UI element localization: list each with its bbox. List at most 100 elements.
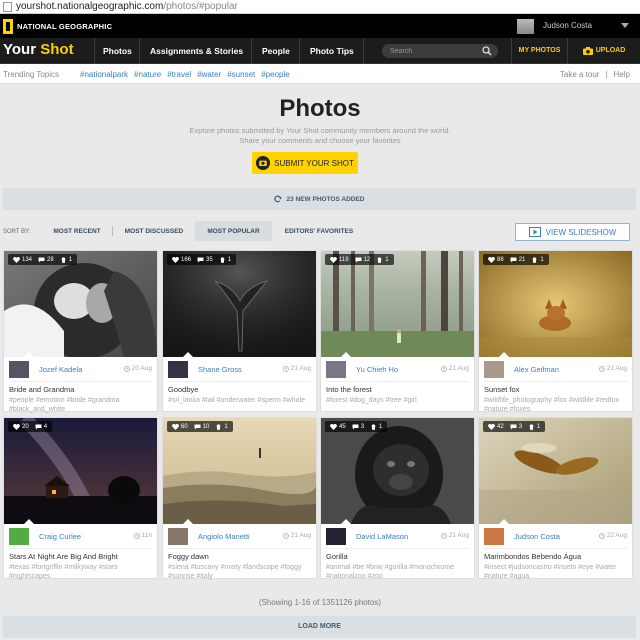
- trending-tag[interactable]: #travel: [167, 70, 191, 79]
- date-text: 22 Aug: [606, 532, 627, 539]
- photo-image[interactable]: [4, 251, 157, 357]
- date-text: 11h: [141, 532, 152, 539]
- photo-card[interactable]: 119 12 1 Yu Chieh Ho 21 Aug Into the forest #f…: [320, 250, 475, 412]
- avatar[interactable]: [326, 528, 346, 545]
- nav-item-photos[interactable]: Photos: [103, 46, 132, 56]
- nav-item-assignments[interactable]: Assignments & Stories: [150, 46, 243, 56]
- sort-most-popular[interactable]: MOST POPULAR: [195, 221, 272, 241]
- photo-image[interactable]: [4, 418, 157, 524]
- your-shot-brand[interactable]: Your Shot: [3, 41, 74, 58]
- photographer-name[interactable]: Alex Geifman: [514, 365, 559, 374]
- photo-image[interactable]: [321, 418, 474, 524]
- comment-count: 12: [363, 256, 371, 263]
- photo-title[interactable]: Bride and Grandma: [9, 385, 74, 394]
- upload-label: UPLOAD: [595, 47, 626, 54]
- photo-title[interactable]: Foggy dawn: [168, 552, 209, 561]
- user-avatar[interactable]: [517, 19, 534, 34]
- favorites-stat: 1: [215, 424, 228, 430]
- take-tour-link[interactable]: Take a tour: [560, 70, 600, 79]
- photo-card[interactable]: 88 21 1 Alex Geifman 21 Aug Sunset fox #wildli…: [478, 250, 633, 414]
- favorite-count: 1: [537, 423, 541, 430]
- nav-item-people[interactable]: People: [262, 46, 290, 56]
- avatar[interactable]: [9, 528, 29, 545]
- sort-most-recent[interactable]: MOST RECENT: [47, 221, 107, 241]
- username[interactable]: Judson Costa: [543, 21, 592, 30]
- photo-card[interactable]: 166 35 1 Shane Gross 21 Aug Goodbye #sri_lanka…: [162, 250, 317, 412]
- photo-title[interactable]: Marimbondos Bebendo Água: [484, 552, 581, 561]
- photo-stats: 119 12 1: [325, 254, 394, 265]
- photo-card[interactable]: 60 10 1 Angiolo Manetti 21 Aug Foggy dawn #sie…: [162, 417, 317, 581]
- sort-most-discussed[interactable]: MOST DISCUSSED: [117, 221, 191, 241]
- sort-editors-favorites[interactable]: EDITORS' FAVORITES: [276, 221, 362, 241]
- photo-title[interactable]: Sunset fox: [484, 385, 519, 394]
- photo-title[interactable]: Goodbye: [168, 385, 198, 394]
- trending-tag[interactable]: #sunset: [227, 70, 255, 79]
- my-photos-link[interactable]: MY PHOTOS: [511, 38, 567, 64]
- photo-image[interactable]: [163, 251, 316, 357]
- photographer-name[interactable]: David LaMason: [356, 532, 408, 541]
- photo-image[interactable]: [479, 418, 632, 524]
- search-input[interactable]: [390, 46, 480, 56]
- photo-title[interactable]: Gorilla: [326, 552, 348, 561]
- photo-card[interactable]: 45 3 1 David LaMason 21 Aug Gorilla #animal #b…: [320, 417, 475, 581]
- photo-date: 21 Aug: [282, 532, 311, 539]
- trending-tags: #nationalpark #nature #travel #water #su…: [80, 70, 290, 79]
- photographer-name[interactable]: Shane Gross: [198, 365, 242, 374]
- avatar[interactable]: [168, 361, 188, 378]
- photographer-name[interactable]: Jozef Kadela: [39, 365, 82, 374]
- help-link[interactable]: Help: [614, 70, 630, 79]
- photo-tags[interactable]: #texas #fortgriffin #milkyway #stars #ni…: [9, 563, 156, 581]
- photo-title[interactable]: Into the forest: [326, 385, 372, 394]
- photo-image[interactable]: [163, 418, 316, 524]
- trending-tag[interactable]: #nature: [134, 70, 161, 79]
- favorite-icon: [371, 423, 376, 430]
- nav-item-photo-tips[interactable]: Photo Tips: [310, 46, 354, 56]
- photo-image[interactable]: [479, 251, 632, 357]
- photo-image[interactable]: [321, 251, 474, 357]
- view-slideshow-button[interactable]: VIEW SLIDESHOW: [515, 223, 630, 241]
- avatar[interactable]: [484, 528, 504, 545]
- photo-tags[interactable]: #animal #be #bnw #gorilla #monochrome #n…: [326, 563, 473, 581]
- photo-date: 21 Aug: [440, 532, 469, 539]
- page-title: Photos: [279, 95, 361, 122]
- address-bar[interactable]: yourshot.nationalgeographic.com/photos/#…: [0, 0, 640, 14]
- photographer-name[interactable]: Craig Curlee: [39, 532, 81, 541]
- national-geographic-logo[interactable]: NATIONAL GEOGRAPHIC: [3, 17, 112, 35]
- trending-tag[interactable]: #people: [261, 70, 289, 79]
- nav-divider: [139, 38, 140, 64]
- photographer-name[interactable]: Judson Costa: [514, 532, 560, 541]
- photo-tags[interactable]: #wildlife_photography #fox #wildlife #re…: [484, 396, 631, 414]
- photo-card[interactable]: 42 3 1 Judson Costa 22 Aug Marimbondos Bebend…: [478, 417, 633, 581]
- clock-icon: [133, 532, 140, 539]
- new-photos-bar[interactable]: 23 NEW PHOTOS ADDED: [3, 188, 636, 210]
- photo-card[interactable]: 20 4 Craig Curlee 11h Stars At Night Are Big…: [3, 417, 158, 581]
- photo-card[interactable]: 134 28 1 Jozef Kadela 20 Aug Bride and Grandm…: [3, 250, 158, 414]
- favorites-stat: 1: [528, 424, 540, 430]
- trending-tag[interactable]: #nationalpark: [80, 70, 128, 79]
- clock-icon: [282, 532, 289, 539]
- search-box[interactable]: [382, 44, 498, 58]
- photo-tags[interactable]: #insect #judsoncastro #inseto #eye #wate…: [484, 563, 631, 581]
- page-subtitle: Explore photos submitted by Your Shot co…: [189, 126, 451, 135]
- upload-button[interactable]: UPLOAD: [567, 38, 640, 64]
- photographer-name[interactable]: Yu Chieh Ho: [356, 365, 398, 374]
- trending-tag[interactable]: #water: [197, 70, 221, 79]
- load-more-button[interactable]: LOAD MORE: [3, 616, 636, 638]
- like-count: 134: [22, 256, 33, 263]
- photo-tags[interactable]: #people #emotion #bride #grandma #black_…: [9, 396, 156, 414]
- favorites-stat: 1: [531, 257, 544, 263]
- chevron-down-icon[interactable]: [621, 23, 629, 28]
- photo-date: 11h: [133, 532, 152, 539]
- photo-tags[interactable]: #sri_lanka #tail #underwater #sperm #wha…: [168, 396, 315, 405]
- search-icon[interactable]: [482, 46, 492, 56]
- photo-tags[interactable]: #siena #tuscany #misty #landscape #foggy…: [168, 563, 315, 581]
- photo-title[interactable]: Stars At Night Are Big And Bright: [9, 552, 118, 561]
- avatar[interactable]: [484, 361, 504, 378]
- avatar[interactable]: [326, 361, 346, 378]
- avatar[interactable]: [168, 528, 188, 545]
- submit-your-shot-button[interactable]: SUBMIT YOUR SHOT: [252, 152, 358, 174]
- like-count: 20: [22, 423, 29, 430]
- photo-tags[interactable]: #forest #dog_days #tree #girl: [326, 396, 473, 405]
- photographer-name[interactable]: Angiolo Manetti: [198, 532, 250, 541]
- avatar[interactable]: [9, 361, 29, 378]
